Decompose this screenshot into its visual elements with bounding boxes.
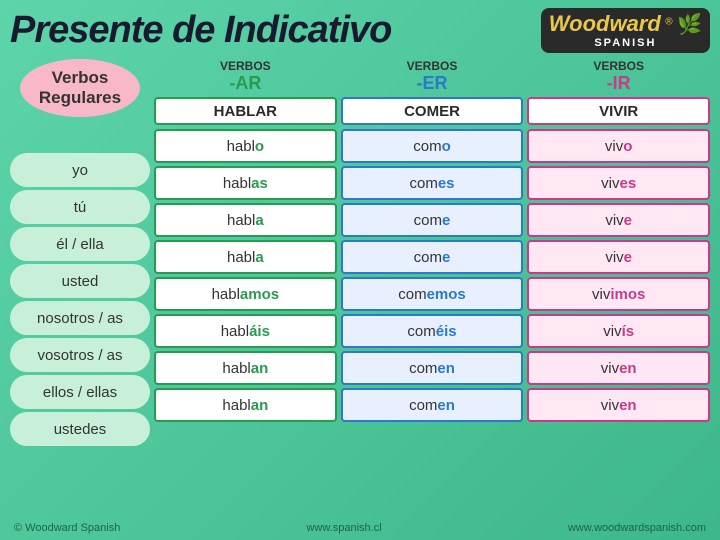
- pronoun-ellos: ellos / ellas: [10, 375, 150, 409]
- logo: Woodward ® 🌿 SPANISH: [541, 8, 710, 53]
- ir-form-ustedes: viven: [527, 388, 710, 422]
- er-form-el: come: [341, 203, 524, 237]
- pronoun-nosotros: nosotros / as: [10, 301, 150, 335]
- ir-suffix: -IR: [607, 73, 631, 95]
- ar-form-ustedes: hablan: [154, 388, 337, 422]
- ir-form-ellos: viven: [527, 351, 710, 385]
- pronoun-column: VerbosRegulares yo tú él / ella usted no…: [10, 59, 150, 516]
- ir-form-yo: vivo: [527, 129, 710, 163]
- ar-form-vosotros: habláis: [154, 314, 337, 348]
- er-form-ustedes: comen: [341, 388, 524, 422]
- pronoun-el-ella: él / ella: [10, 227, 150, 261]
- footer-left: © Woodward Spanish: [14, 522, 120, 534]
- ir-form-usted: vive: [527, 240, 710, 274]
- ar-form-el: habla: [154, 203, 337, 237]
- ir-form-tu: vives: [527, 166, 710, 200]
- main-grid: VerbosRegulares yo tú él / ella usted no…: [10, 59, 710, 516]
- er-label: VERBOS: [407, 59, 458, 73]
- ir-form-vosotros: vivís: [527, 314, 710, 348]
- logo-brand: Woodward: [549, 11, 661, 36]
- ar-header: VERBOS -AR: [154, 59, 337, 95]
- ar-column: VERBOS -AR HABLAR hablo hablas habla hab…: [154, 59, 337, 516]
- ir-verb-name: VIVIR: [527, 97, 710, 125]
- er-suffix: -ER: [417, 73, 448, 95]
- er-header: VERBOS -ER: [341, 59, 524, 95]
- er-verb-name: COMER: [341, 97, 524, 125]
- er-column: VERBOS -ER COMER como comes come come co…: [341, 59, 524, 516]
- ir-form-el: vive: [527, 203, 710, 237]
- ir-header: VERBOS -IR: [527, 59, 710, 95]
- footer: © Woodward Spanish www.spanish.cl www.wo…: [10, 520, 710, 536]
- er-form-nosotros: comemos: [341, 277, 524, 311]
- logo-leaf-icon: 🌿: [677, 14, 702, 36]
- er-form-yo: como: [341, 129, 524, 163]
- er-form-ellos: comen: [341, 351, 524, 385]
- er-form-tu: comes: [341, 166, 524, 200]
- pronoun-ustedes: ustedes: [10, 412, 150, 446]
- header: Presente de Indicativo Woodward ® 🌿 SPAN…: [10, 8, 710, 53]
- pronoun-tu: tú: [10, 190, 150, 224]
- pronoun-spacer: [10, 123, 150, 151]
- ir-label: VERBOS: [593, 59, 644, 73]
- ar-form-tu: hablas: [154, 166, 337, 200]
- ar-form-yo: hablo: [154, 129, 337, 163]
- ar-verb-name: HABLAR: [154, 97, 337, 125]
- pronoun-vosotros: vosotros / as: [10, 338, 150, 372]
- ir-form-nosotros: vivimos: [527, 277, 710, 311]
- er-form-usted: come: [341, 240, 524, 274]
- footer-right: www.woodwardspanish.com: [568, 522, 706, 534]
- page-title: Presente de Indicativo: [10, 9, 391, 52]
- verbos-regulares-header: VerbosRegulares: [20, 59, 140, 117]
- pronoun-usted: usted: [10, 264, 150, 298]
- ar-form-usted: habla: [154, 240, 337, 274]
- logo-spanish: SPANISH: [549, 37, 702, 49]
- page: Presente de Indicativo Woodward ® 🌿 SPAN…: [0, 0, 720, 540]
- ar-form-nosotros: hablamos: [154, 277, 337, 311]
- footer-center: www.spanish.cl: [306, 522, 381, 534]
- logo-reg: ®: [665, 17, 672, 28]
- er-form-vosotros: coméis: [341, 314, 524, 348]
- pronoun-yo: yo: [10, 153, 150, 187]
- ar-label: VERBOS: [220, 59, 271, 73]
- ar-suffix: -AR: [229, 73, 261, 95]
- ar-form-ellos: hablan: [154, 351, 337, 385]
- ir-column: VERBOS -IR VIVIR vivo vives vive vive vi…: [527, 59, 710, 516]
